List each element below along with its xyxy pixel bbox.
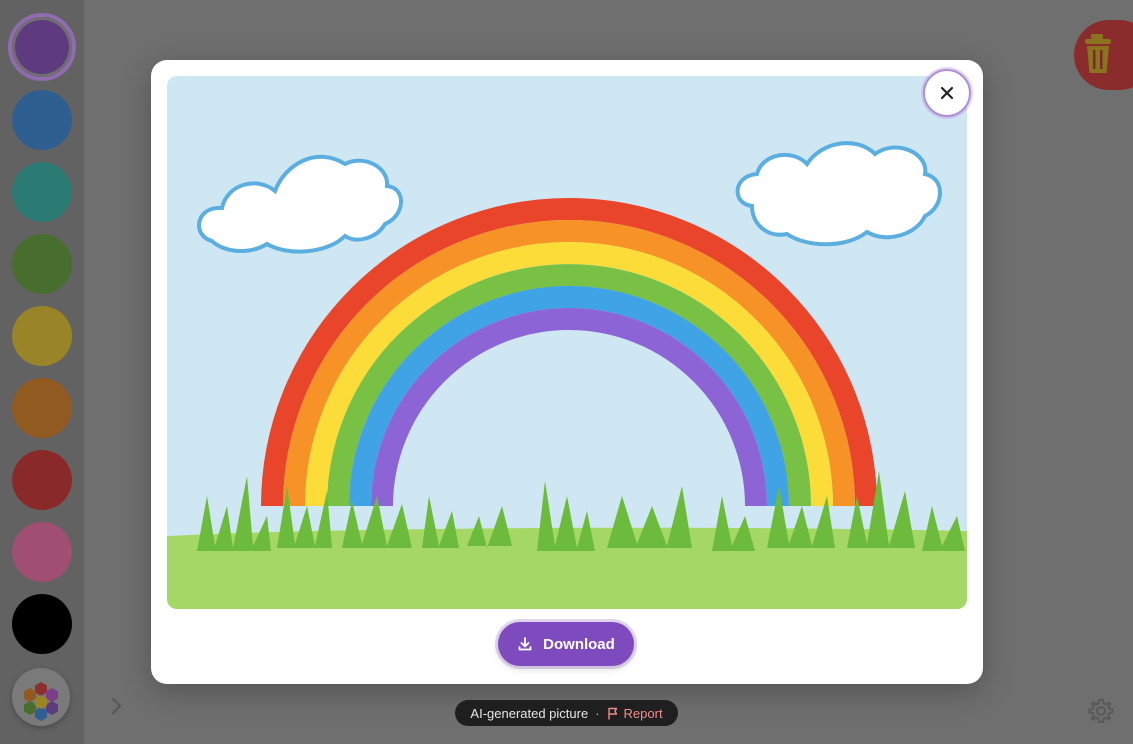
color-sidebar [0, 0, 84, 744]
clear-canvas-button[interactable] [1074, 20, 1133, 90]
color-swatch-black[interactable] [12, 594, 72, 654]
color-swatch-purple[interactable] [8, 13, 76, 81]
cloud-right [735, 141, 942, 247]
close-icon [940, 86, 954, 100]
close-button[interactable] [923, 69, 971, 117]
ai-generated-notice: AI-generated picture · Report [455, 700, 678, 726]
color-swatch-orange[interactable] [12, 378, 72, 438]
report-label: Report [623, 705, 663, 721]
color-swatch-pink[interactable] [12, 522, 72, 582]
flag-icon [607, 707, 617, 720]
rainbow-picture [167, 76, 967, 609]
chevron-right-icon [111, 697, 122, 715]
color-swatch-yellow[interactable] [12, 306, 72, 366]
color-palette-button[interactable] [12, 668, 70, 726]
separator-dot: · [595, 705, 600, 721]
expand-sidebar-button[interactable] [108, 696, 124, 720]
color-swatch-blue[interactable] [12, 90, 72, 150]
generated-picture [167, 76, 967, 609]
gear-icon [1088, 698, 1114, 724]
download-button[interactable]: Download [498, 622, 634, 666]
color-swatch-red[interactable] [12, 450, 72, 510]
color-swatch-green[interactable] [12, 234, 72, 294]
image-preview-modal: Download [151, 60, 983, 684]
trash-icon [1085, 34, 1111, 73]
download-label: Download [543, 635, 615, 653]
ai-generated-label: AI-generated picture [470, 705, 589, 721]
color-swatch-teal[interactable] [12, 162, 72, 222]
color-palette-icon [24, 682, 58, 721]
settings-button[interactable] [1087, 697, 1115, 729]
download-icon [518, 637, 532, 651]
report-link[interactable]: Report [607, 706, 663, 721]
